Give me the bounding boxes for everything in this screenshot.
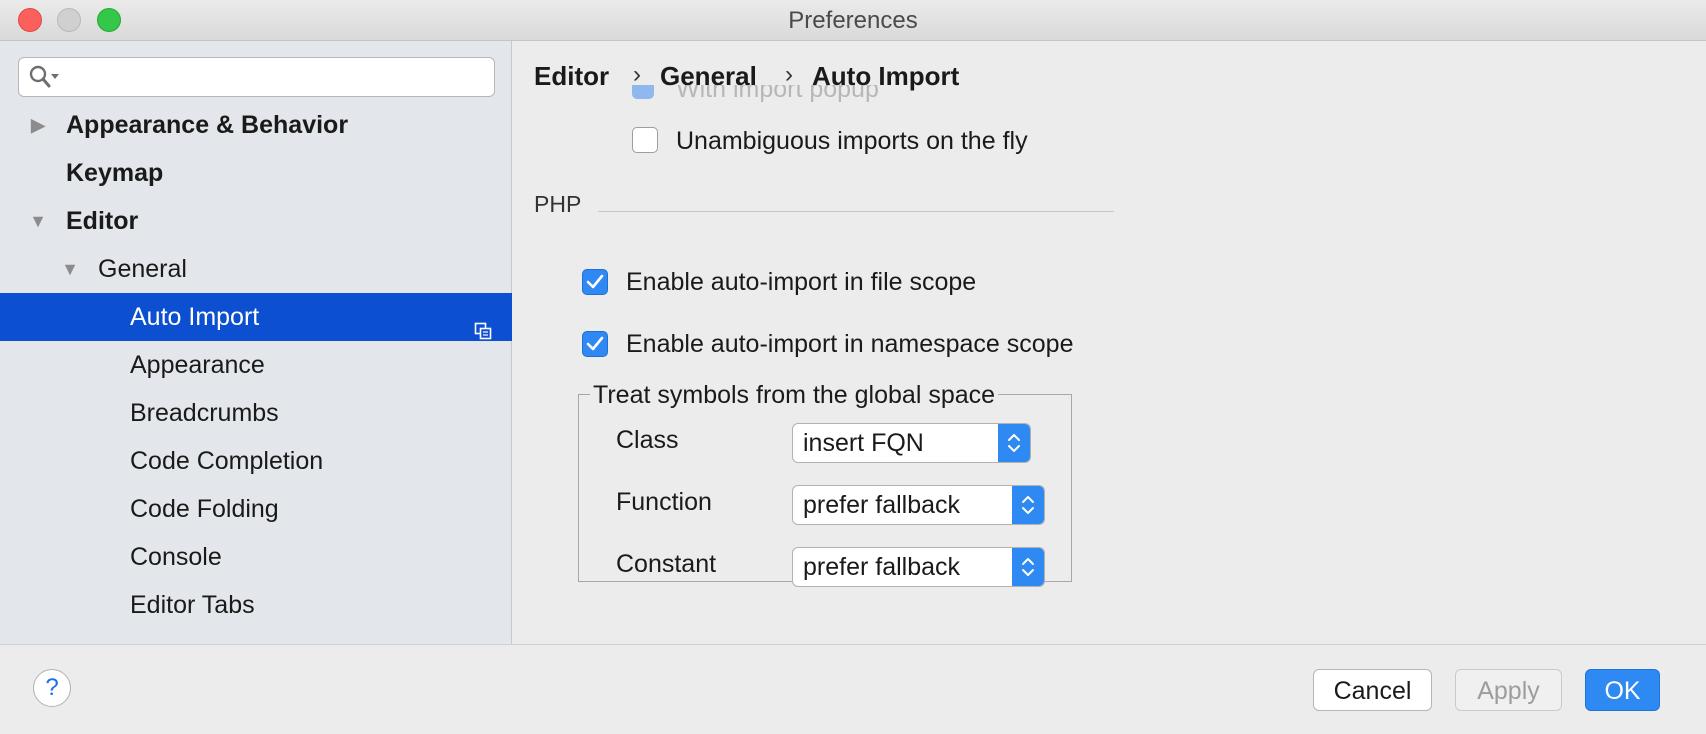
sidebar-item-label: Code Folding	[130, 495, 279, 523]
preferences-window: Preferences ▶ Appearance & Behavior Keym…	[0, 0, 1706, 734]
function-row-label: Function	[616, 488, 712, 516]
settings-sidebar: ▶ Appearance & Behavior Keymap ▼ Editor …	[0, 41, 512, 644]
with-import-popup-label: With import popup	[676, 85, 879, 103]
class-select[interactable]: insert FQN	[792, 423, 1031, 463]
unambiguous-imports-checkbox[interactable]	[632, 127, 658, 153]
checkmark-icon	[586, 336, 604, 351]
checkmark-icon	[586, 274, 604, 289]
cancel-button[interactable]: Cancel	[1313, 669, 1432, 711]
settings-content: Editor › General › Auto Import With impo…	[512, 41, 1706, 644]
sidebar-item-label: Appearance	[130, 351, 265, 379]
sidebar-item-label: Auto Import	[130, 303, 260, 331]
sidebar-item-general[interactable]: ▼ General	[0, 245, 512, 293]
sidebar-item-keymap[interactable]: Keymap	[0, 149, 512, 197]
sidebar-item-breadcrumbs[interactable]: Breadcrumbs	[0, 389, 512, 437]
sidebar-item-editor[interactable]: ▼ Editor	[0, 197, 512, 245]
function-select-value: prefer fallback	[803, 491, 961, 519]
namespace-scope-checkbox[interactable]	[582, 331, 608, 357]
constant-select-value: prefer fallback	[803, 553, 961, 581]
with-import-popup-checkbox[interactable]	[632, 85, 654, 99]
sidebar-item-appearance-behavior[interactable]: ▶ Appearance & Behavior	[0, 101, 512, 149]
search-icon[interactable]	[29, 65, 61, 89]
sidebar-item-label: Keymap	[66, 159, 164, 187]
class-row-label: Class	[616, 426, 679, 454]
sidebar-item-code-folding[interactable]: Code Folding	[0, 485, 512, 533]
breadcrumb-editor[interactable]: Editor	[534, 61, 609, 92]
php-section-divider	[598, 211, 1114, 212]
collapse-arrow-icon[interactable]: ▼	[60, 245, 80, 293]
constant-select[interactable]: prefer fallback	[792, 547, 1045, 587]
ok-button[interactable]: OK	[1585, 669, 1660, 711]
file-scope-label: Enable auto-import in file scope	[626, 268, 977, 296]
global-space-group-title: Treat symbols from the global space	[590, 381, 999, 410]
function-select[interactable]: prefer fallback	[792, 485, 1045, 525]
sidebar-item-label: General	[98, 255, 187, 283]
apply-button[interactable]: Apply	[1455, 669, 1562, 711]
sidebar-item-editor-tabs[interactable]: Editor Tabs	[0, 581, 512, 629]
sidebar-item-label: Breadcrumbs	[130, 399, 279, 427]
unambiguous-imports-label: Unambiguous imports on the fly	[676, 127, 1028, 155]
updown-chevron-icon	[998, 424, 1030, 462]
collapse-arrow-icon[interactable]: ▼	[28, 197, 48, 245]
sidebar-item-appearance[interactable]: Appearance	[0, 341, 512, 389]
updown-chevron-icon	[1012, 548, 1044, 586]
dialog-button-bar: ? Cancel Apply OK	[0, 644, 1706, 734]
project-settings-copy-icon	[474, 308, 492, 340]
help-button[interactable]: ?	[33, 669, 71, 707]
sidebar-item-label: Editor Tabs	[130, 591, 255, 619]
sidebar-item-label: Code Completion	[130, 447, 324, 475]
window-title: Preferences	[788, 7, 918, 34]
sidebar-item-console[interactable]: Console	[0, 533, 512, 581]
sidebar-item-code-completion[interactable]: Code Completion	[0, 437, 512, 485]
sidebar-item-label: Console	[130, 543, 222, 571]
constant-row-label: Constant	[616, 550, 717, 578]
title-bar: Preferences	[0, 0, 1706, 41]
sidebar-item-label: Appearance & Behavior	[66, 111, 349, 139]
class-select-value: insert FQN	[803, 429, 924, 457]
search-input[interactable]	[67, 62, 491, 94]
file-scope-checkbox[interactable]	[582, 269, 608, 295]
namespace-scope-label: Enable auto-import in namespace scope	[626, 330, 1074, 358]
sidebar-item-auto-import[interactable]: Auto Import	[0, 293, 512, 341]
sidebar-item-label: Editor	[66, 207, 139, 235]
search-box[interactable]	[18, 57, 495, 97]
updown-chevron-icon	[1012, 486, 1044, 524]
expand-arrow-icon[interactable]: ▶	[28, 101, 48, 149]
php-section-title: PHP	[534, 191, 582, 217]
